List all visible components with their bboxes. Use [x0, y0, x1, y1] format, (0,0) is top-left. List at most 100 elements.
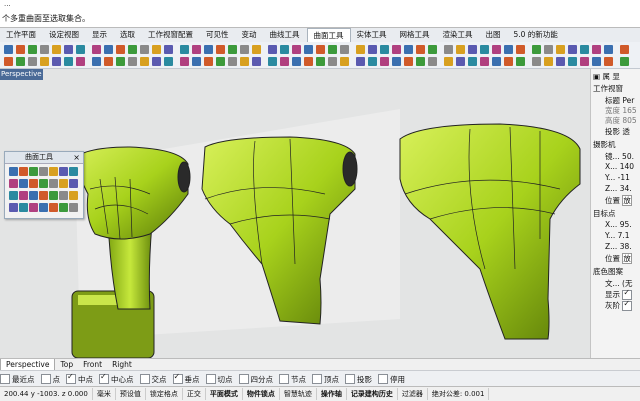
tab-2[interactable]: 显示 [86, 28, 114, 42]
osnap-item[interactable]: 顶点 [312, 374, 339, 385]
tab-5[interactable]: 可见性 [200, 28, 236, 42]
toolbar-icon[interactable] [164, 57, 173, 66]
toolbar-icon[interactable] [468, 45, 477, 54]
projection-value[interactable]: 透 [622, 127, 630, 136]
toolbar-icon[interactable] [28, 45, 37, 54]
tgt-x-value[interactable]: 95. [620, 220, 632, 229]
cam-z-value[interactable]: 34. [620, 184, 632, 193]
toolbar-icon[interactable] [380, 45, 389, 54]
perspective-viewport[interactable] [0, 69, 590, 358]
toolbar-icon[interactable] [392, 45, 401, 54]
toolbar-icon[interactable] [444, 45, 453, 54]
toolbar-icon[interactable] [604, 57, 613, 66]
toolbar-icon[interactable] [240, 57, 249, 66]
toolbar-icon[interactable] [532, 57, 541, 66]
surface-tool-icon[interactable] [49, 179, 58, 188]
osnap-checkbox[interactable] [279, 374, 289, 384]
toolbar-icon[interactable] [580, 45, 589, 54]
toolbar-icon[interactable] [16, 45, 25, 54]
toolbar-icon[interactable] [504, 57, 513, 66]
toolbar-icon[interactable] [556, 45, 565, 54]
planar-toggle[interactable]: 平面模式 [206, 388, 243, 400]
toolbar-icon[interactable] [604, 45, 613, 54]
surface-tool-icon[interactable] [39, 179, 48, 188]
toolbar-icon[interactable] [416, 57, 425, 66]
toolbar-icon[interactable] [4, 57, 13, 66]
grayscale-checkbox[interactable] [622, 299, 633, 311]
toolbar-icon[interactable] [216, 57, 225, 66]
surface-tool-icon[interactable] [19, 167, 28, 176]
surface-tool-icon[interactable] [49, 203, 58, 212]
toolbar-icon[interactable] [228, 45, 237, 54]
gumball-toggle[interactable]: 操作轴 [317, 388, 347, 400]
toolbar-icon[interactable] [116, 57, 125, 66]
toolbar-icon[interactable] [304, 57, 313, 66]
toolbar-icon[interactable] [52, 45, 61, 54]
surface-tool-icon[interactable] [29, 179, 38, 188]
toolbar-icon[interactable] [128, 45, 137, 54]
ortho-toggle[interactable]: 正交 [183, 388, 206, 400]
toolbar-icon[interactable] [428, 57, 437, 66]
tab-8[interactable]: 曲面工具 [306, 27, 351, 43]
toolbar-icon[interactable] [568, 45, 577, 54]
width-value[interactable]: 165 [622, 106, 636, 115]
osnap-item[interactable]: 点 [40, 374, 60, 385]
toolbar-icon[interactable] [492, 45, 501, 54]
toolbar-icon[interactable] [492, 57, 501, 66]
toolbar-icon[interactable] [480, 57, 489, 66]
toolbar-icon[interactable] [280, 57, 289, 66]
osnap-checkbox[interactable] [0, 374, 10, 384]
surface-tool-icon[interactable] [59, 167, 68, 176]
osnap-checkbox[interactable] [205, 374, 216, 384]
tab-12[interactable]: 出图 [480, 28, 508, 42]
toolbar-icon[interactable] [140, 45, 149, 54]
surface-tool-icon[interactable] [39, 191, 48, 200]
layer-indicator[interactable]: 预设值 [116, 388, 146, 400]
osnap-item[interactable]: 最近点 [0, 374, 35, 385]
toolbar-icon[interactable] [316, 57, 325, 66]
surface-tool-icon[interactable] [69, 179, 78, 188]
toolbar-icon[interactable] [356, 45, 365, 54]
tgt-y-value[interactable]: 7.1 [618, 231, 630, 240]
tab-1[interactable]: 设定视图 [43, 28, 86, 42]
toolbar-icon[interactable] [356, 57, 365, 66]
surface-tool-icon[interactable] [69, 203, 78, 212]
toolbar-icon[interactable] [152, 57, 161, 66]
toolbar-icon[interactable] [268, 57, 277, 66]
toolbar-icon[interactable] [404, 57, 413, 66]
osnap-item[interactable]: 停用 [378, 374, 405, 385]
toolbar-icon[interactable] [404, 45, 413, 54]
toolbar-icon[interactable] [104, 45, 113, 54]
toolbar-icon[interactable] [620, 45, 629, 54]
tab-4[interactable]: 工作视窗配置 [142, 28, 200, 42]
history-toggle[interactable]: 记录建构历史 [347, 388, 398, 400]
osnap-item[interactable]: 投影 [345, 374, 372, 385]
toolbar-icon[interactable] [76, 57, 85, 66]
toolbar-icon[interactable] [304, 45, 313, 54]
toolbar-icon[interactable] [76, 45, 85, 54]
surface-tool-icon[interactable] [29, 191, 38, 200]
osnap-item[interactable]: 中点 [66, 372, 93, 385]
toolbar-icon[interactable] [620, 57, 629, 66]
toolbar-icon[interactable] [128, 57, 137, 66]
toolbar-icon[interactable] [444, 57, 453, 66]
toolbar-icon[interactable] [52, 57, 61, 66]
tgt-z-value[interactable]: 38. [620, 242, 632, 251]
surface-tool-icon[interactable] [59, 203, 68, 212]
cam-pos-button[interactable]: 放 [622, 195, 632, 206]
toolbar-icon[interactable] [28, 57, 37, 66]
toolbar-icon[interactable] [92, 45, 101, 54]
toolbar-icon[interactable] [516, 45, 525, 54]
toolbar-icon[interactable] [104, 57, 113, 66]
osnap-checkbox[interactable] [139, 374, 150, 384]
toolbar-icon[interactable] [4, 45, 13, 54]
toolbar-icon[interactable] [204, 45, 213, 54]
toolbar-icon[interactable] [164, 45, 173, 54]
surface-tool-icon[interactable] [59, 179, 68, 188]
toolbar-icon[interactable] [192, 57, 201, 66]
toolbar-icon[interactable] [340, 45, 349, 54]
tab-7[interactable]: 曲线工具 [264, 28, 307, 42]
osnap-checkbox[interactable] [238, 374, 249, 384]
toolbar-icon[interactable] [504, 45, 513, 54]
toolbar-icon[interactable] [252, 45, 261, 54]
